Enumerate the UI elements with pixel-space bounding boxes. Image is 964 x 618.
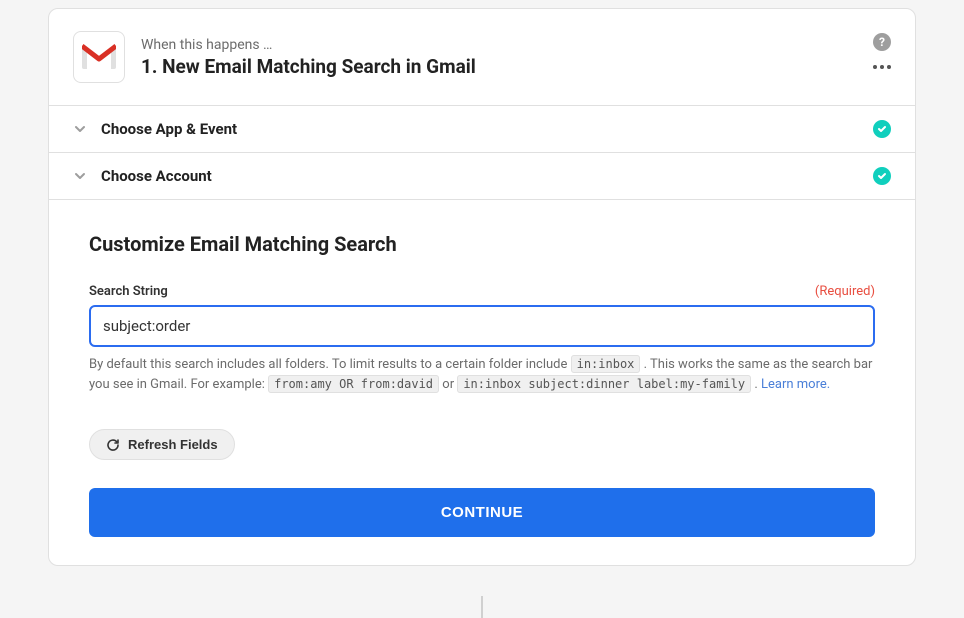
check-icon (873, 120, 891, 138)
step-header: When this happens … 1. New Email Matchin… (49, 9, 915, 106)
code-snippet: from:amy OR from:david (268, 375, 439, 393)
help-text: By default this search includes all fold… (89, 355, 875, 395)
customize-section: Customize Email Matching Search Search S… (49, 200, 915, 565)
code-snippet: in:inbox subject:dinner label:my-family (457, 375, 751, 393)
app-icon-container (73, 31, 125, 83)
step-title: 1. New Email Matching Search in Gmail (141, 55, 476, 78)
connector-line (481, 596, 483, 618)
learn-more-link[interactable]: Learn more. (761, 377, 830, 392)
field-label: Search String (89, 284, 168, 299)
choose-account-row[interactable]: Choose Account (49, 153, 915, 200)
refresh-fields-button[interactable]: Refresh Fields (89, 429, 235, 460)
help-text-part: By default this search includes all fold… (89, 357, 571, 372)
section-label: Choose Account (101, 167, 873, 185)
field-label-row: Search String (Required) (89, 284, 875, 299)
step-subtitle: When this happens … (141, 37, 476, 53)
help-text-part: . (754, 377, 761, 392)
help-icon[interactable]: ? (873, 33, 891, 51)
search-string-input[interactable] (89, 305, 875, 347)
choose-app-event-row[interactable]: Choose App & Event (49, 106, 915, 153)
help-text-part: or (442, 377, 457, 392)
chevron-down-icon (73, 122, 87, 136)
header-actions: ? (873, 33, 891, 69)
customize-heading: Customize Email Matching Search (89, 232, 875, 256)
gmail-icon (82, 44, 116, 70)
refresh-label: Refresh Fields (128, 437, 218, 452)
chevron-down-icon (73, 169, 87, 183)
more-menu-icon[interactable] (873, 65, 891, 69)
check-icon (873, 167, 891, 185)
trigger-step-card: When this happens … 1. New Email Matchin… (48, 8, 916, 566)
required-indicator: (Required) (815, 284, 875, 299)
code-snippet: in:inbox (571, 355, 641, 373)
section-label: Choose App & Event (101, 120, 873, 138)
header-text: When this happens … 1. New Email Matchin… (141, 37, 476, 78)
continue-button[interactable]: CONTINUE (89, 488, 875, 537)
refresh-icon (106, 438, 120, 452)
